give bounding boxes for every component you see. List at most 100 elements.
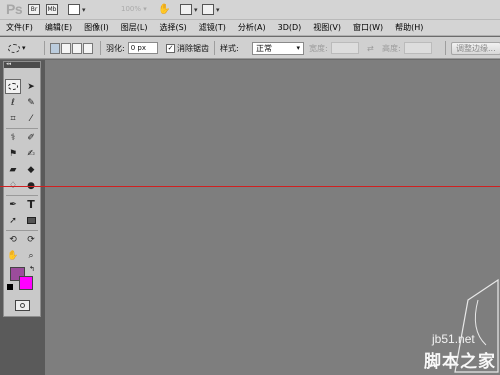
checkmark-icon: ✓ (166, 43, 175, 53)
eyedropper-tool[interactable]: ⁄ (23, 111, 39, 126)
chevron-down-icon: ▾ (194, 5, 198, 14)
chevron-down-icon: ▾ (82, 5, 86, 14)
move-icon: ➤ (27, 81, 35, 92)
antialias-label: 消除锯齿 (177, 43, 209, 53)
menu-layer[interactable]: 图层(L) (121, 22, 148, 33)
bridge-icon: Br (28, 4, 40, 15)
arrange-documents-button[interactable]: ▾ (180, 3, 198, 16)
refine-edge-button[interactable]: 调整边缘... (451, 41, 500, 55)
quick-selection-icon: ✎ (27, 97, 35, 108)
minibridge-icon: Mb (46, 4, 58, 15)
quick-mask-icon (20, 303, 25, 308)
swap-colors-icon[interactable]: ↰ (29, 265, 35, 273)
horizontal-guide[interactable] (0, 186, 500, 187)
new-selection-icon[interactable] (50, 42, 60, 54)
menu-file[interactable]: 文件(F) (6, 22, 33, 33)
hand-icon: ✋ (7, 250, 19, 261)
healing-brush-tool[interactable]: ⚕ (5, 130, 21, 145)
chevron-down-icon: ▾ (216, 5, 220, 14)
chevron-down-icon: ▾ (22, 44, 26, 52)
3d-orbit-tool[interactable]: ⟳ (23, 232, 39, 247)
photoshop-logo: Ps (6, 1, 23, 17)
elliptical-marquee-tool[interactable] (5, 79, 21, 94)
view-extras-button[interactable]: ▾ (68, 3, 86, 16)
feather-label: 羽化: (106, 43, 125, 53)
pen-tool[interactable]: ✒ (5, 197, 21, 212)
quick-mask-button[interactable] (15, 300, 30, 311)
width-input (330, 42, 359, 54)
arrange-icon (180, 4, 192, 15)
brush-icon: ✐ (27, 132, 35, 143)
menu-analysis[interactable]: 分析(A) (238, 22, 266, 33)
history-brush-icon: ✍ (27, 148, 35, 159)
subtract-from-selection-icon[interactable] (72, 42, 82, 54)
path-selection-tool[interactable]: ➚ (5, 213, 21, 228)
feather-input[interactable]: 0 px (127, 42, 158, 54)
type-tool[interactable]: T (23, 197, 39, 212)
quick-selection-tool[interactable]: ✎ (23, 95, 39, 110)
add-to-selection-icon[interactable] (61, 42, 71, 54)
menu-filter[interactable]: 滤镜(T) (199, 22, 226, 33)
move-tool[interactable]: ➤ (23, 79, 39, 94)
paint-bucket-tool[interactable]: ◆ (23, 162, 39, 177)
rectangle-tool[interactable] (23, 213, 39, 228)
watermark-name: 脚本之家 (424, 352, 496, 372)
swap-dimensions-icon: ⇄ (367, 43, 374, 53)
hand-icon: ✋ (158, 4, 171, 15)
ellipse-marquee-icon (8, 83, 18, 90)
chevron-down-icon: ▾ (296, 43, 300, 52)
marquee-preset-icon (8, 43, 20, 53)
paint-bucket-icon: ◆ (27, 164, 35, 175)
pen-icon: ✒ (9, 199, 17, 210)
launch-minibridge-button[interactable]: Mb (46, 3, 58, 16)
menu-window[interactable]: 窗口(W) (353, 22, 383, 33)
crop-tool[interactable]: ⌗ (5, 111, 21, 126)
application-bar: Ps Br Mb ▾ 100% ▾ ✋ ▾ ▾ (0, 0, 500, 20)
menu-bar: 文件(F) 编辑(E) 图像(I) 图层(L) 选择(S) 滤镜(T) 分析(A… (0, 20, 500, 36)
eraser-icon: ▰ (9, 164, 17, 175)
zoom-tool[interactable]: ⌕ (23, 248, 39, 263)
view-extras-icon (68, 4, 80, 15)
screen-mode-icon (202, 4, 214, 15)
launch-bridge-button[interactable]: Br (28, 3, 40, 16)
rectangle-icon (26, 217, 36, 224)
eraser-tool[interactable]: ▰ (5, 162, 21, 177)
style-select[interactable]: 正常 ▾ (252, 41, 304, 55)
menu-3d[interactable]: 3D(D) (278, 23, 302, 32)
style-label: 样式: (220, 43, 239, 53)
type-icon: T (27, 198, 35, 211)
background-color-swatch[interactable] (19, 276, 33, 290)
menu-help[interactable]: 帮助(H) (395, 22, 423, 33)
style-select-value: 正常 (256, 43, 272, 53)
width-label: 宽度: (309, 43, 328, 53)
stamp-icon: ⚑ (8, 148, 18, 159)
hand-tool[interactable]: ✋ (5, 248, 21, 263)
tool-options-bar: ▾ 羽化: 0 px ✓ 消除锯齿 样式: 正常 ▾ 宽度: ⇄ 高度: 调整边… (0, 37, 500, 59)
tool-preset-picker[interactable]: ▾ (8, 41, 26, 55)
lasso-tool[interactable]: ℓ (5, 95, 21, 110)
menu-image[interactable]: 图像(I) (84, 22, 109, 33)
intersect-selection-icon[interactable] (83, 42, 93, 54)
history-brush-tool[interactable]: ✍ (23, 146, 39, 161)
clone-stamp-tool[interactable]: ⚑ (5, 146, 21, 161)
default-colors-icon[interactable] (7, 284, 13, 290)
3d-orbit-icon: ⟳ (27, 234, 35, 245)
3d-rotate-icon: ⟲ (9, 234, 17, 245)
menu-select[interactable]: 选择(S) (159, 22, 186, 33)
watermark-site: jb51.net (432, 332, 475, 346)
eyedropper-icon: ⁄ (30, 113, 32, 124)
screen-mode-button[interactable]: ▾ (202, 3, 220, 16)
panel-collapse-icon[interactable]: ◂◂ (4, 62, 40, 68)
menu-view[interactable]: 视图(V) (313, 22, 341, 33)
lasso-icon: ℓ (11, 97, 15, 108)
height-label: 高度: (382, 43, 401, 53)
3d-rotate-tool[interactable]: ⟲ (5, 232, 21, 247)
menu-edit[interactable]: 编辑(E) (45, 22, 72, 33)
antialias-toggle[interactable]: ✓ 消除锯齿 (166, 41, 209, 55)
hand-tool-button[interactable]: ✋ (158, 3, 170, 16)
zoom-level[interactable]: 100% ▾ (121, 5, 147, 13)
height-input (403, 42, 432, 54)
brush-tool[interactable]: ✐ (23, 130, 39, 145)
bandage-icon: ⚕ (10, 132, 16, 143)
canvas-area[interactable] (45, 60, 500, 375)
